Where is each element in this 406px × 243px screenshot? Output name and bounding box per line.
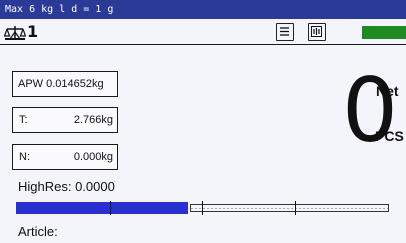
tare-box: T: 2.766kg	[12, 107, 118, 133]
battery-indicator	[362, 26, 406, 39]
tare-label: T:	[19, 114, 28, 126]
quantity-bar-track	[190, 204, 389, 212]
unit-indicator: PCS	[375, 128, 404, 144]
highres-text: HighRes: 0.0000	[18, 179, 115, 194]
scale-balance-icon	[4, 23, 26, 41]
capacity-bar: Max 6 kg l d = 1 g	[0, 0, 406, 19]
net-box-value: 0.000kg	[73, 151, 113, 163]
net-box-label: N:	[19, 151, 30, 163]
capacity-text: Max 6 kg l d = 1 g	[5, 4, 114, 15]
bar-tick	[295, 201, 296, 215]
net-box: N: 0.000kg	[12, 144, 118, 170]
quantity-bar	[16, 201, 389, 215]
scale-indicator[interactable]: 1	[4, 22, 38, 42]
apw-box: APW 0.014652kg	[12, 71, 118, 97]
status-row: 1	[0, 19, 406, 45]
scale-number: 1	[27, 22, 39, 41]
bar-tick	[202, 201, 203, 215]
bar-tick	[110, 201, 111, 215]
quantity-bar-fill	[16, 202, 188, 214]
apw-label: APW 0.014652kg	[18, 78, 104, 90]
list-button[interactable]	[276, 23, 294, 41]
tare-value: 2.766kg	[73, 114, 113, 126]
article-label: Article:	[18, 224, 58, 239]
tare-memory-button[interactable]	[308, 23, 326, 41]
net-indicator: Net	[376, 83, 399, 99]
